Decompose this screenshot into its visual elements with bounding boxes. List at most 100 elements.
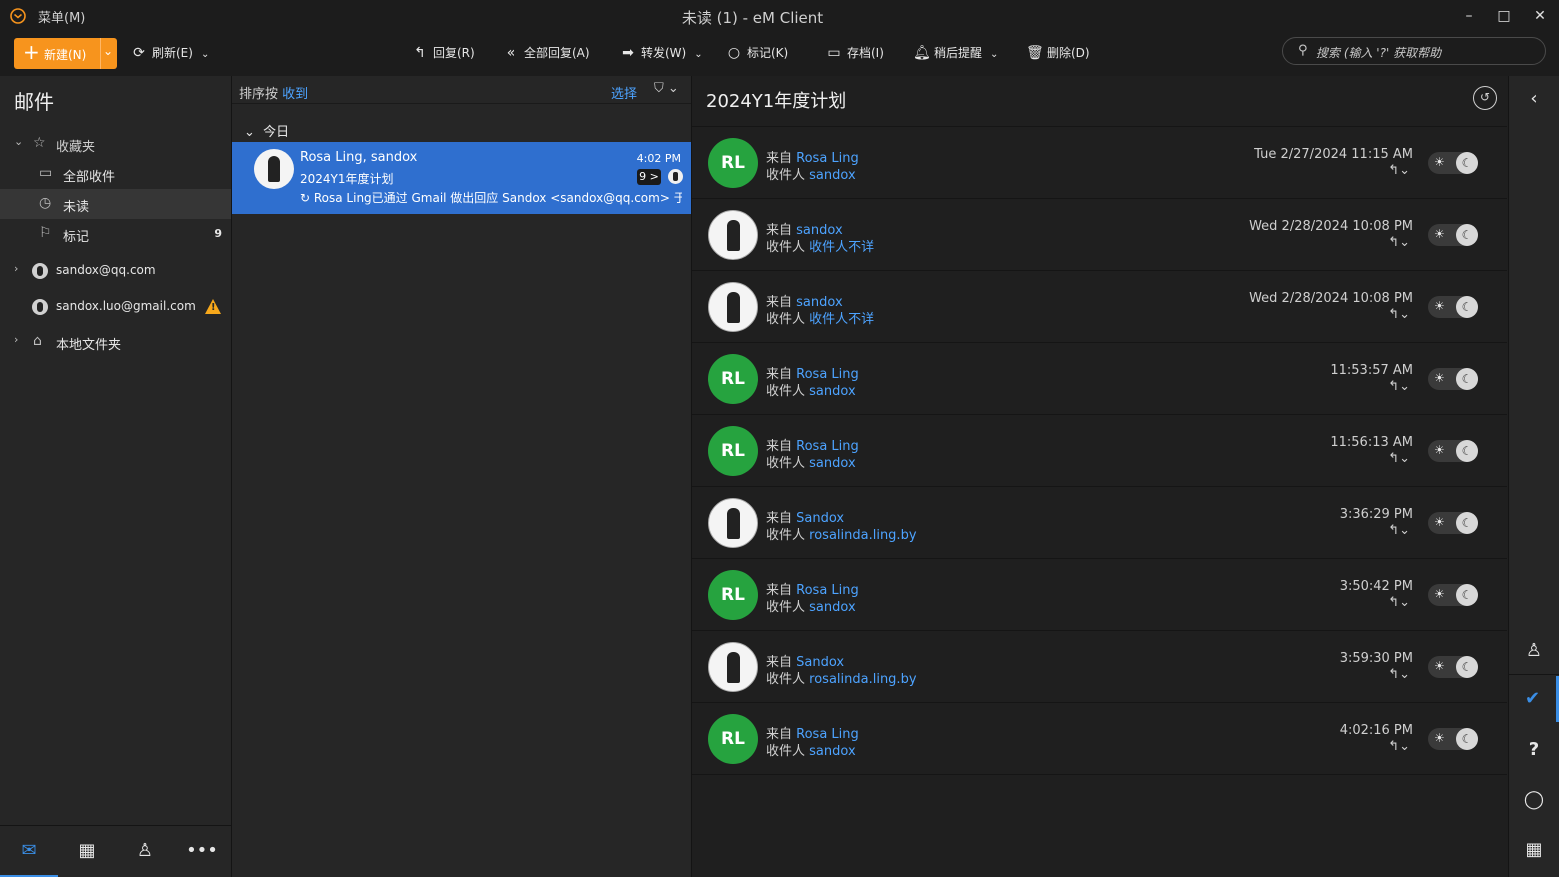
list-item[interactable]: Rosa Ling, sandox 4:02 PM 2024Y1年度计划 9 >… <box>232 142 691 214</box>
check-icon[interactable]: ✔ <box>1509 676 1559 722</box>
archive-button[interactable]: ▭ 存档(I) <box>826 44 884 61</box>
group-header-today[interactable]: ⌄ 今日 <box>244 121 289 140</box>
theme-toggle[interactable]: ☀ ☾ <box>1428 296 1478 318</box>
recipient-link[interactable]: sandox <box>809 384 855 399</box>
avatar[interactable]: RL <box>708 714 758 764</box>
recipient-link[interactable]: 收件人不详 <box>809 312 874 327</box>
theme-toggle[interactable]: ☀ ☾ <box>1428 584 1478 606</box>
conversation-message[interactable]: RL 来自 Rosa Ling 收件人 sandox 11:53:57 AM ↰⌄ ☀ ☾ <box>692 343 1507 415</box>
forward-button[interactable]: ➡ 转发(W) ⌄ <box>620 44 703 61</box>
sidebar-item-unread[interactable]: ◷ 未读 <box>0 189 231 219</box>
open-conversation-icon[interactable]: ↺ <box>1473 86 1497 110</box>
recipient-link[interactable]: rosalinda.ling.by <box>809 528 916 543</box>
sidebar-item-flagged[interactable]: ⚐ 标记 9 <box>0 219 231 249</box>
reply-icon[interactable]: ↰⌄ <box>1388 307 1410 322</box>
sidebar-account-gmail[interactable]: sandox.luo@gmail.com ! <box>0 292 231 322</box>
avatar[interactable] <box>708 498 758 548</box>
chevron-right-icon[interactable]: › <box>14 333 18 346</box>
conversation-message[interactable]: RL 来自 Rosa Ling 收件人 sandox 4:02:16 PM ↰⌄ ☀ ☾ <box>692 703 1507 775</box>
reply-icon[interactable]: ↰⌄ <box>1388 451 1410 466</box>
search-input[interactable]: ⚲ 搜索 (输入 '?' 获取帮助 <box>1282 37 1546 65</box>
help-icon[interactable]: ? <box>1509 727 1559 773</box>
sort-control[interactable]: 排序按 收到 <box>239 83 308 102</box>
chat-icon[interactable]: ◯ <box>1509 777 1559 823</box>
conversation-message[interactable]: 来自 sandox 收件人 收件人不详 Wed 2/28/2024 10:08 PM… <box>692 199 1507 271</box>
theme-toggle[interactable]: ☀ ☾ <box>1428 224 1478 246</box>
maximize-button[interactable]: □ <box>1492 5 1516 27</box>
recipient-link[interactable]: 收件人不详 <box>809 240 874 255</box>
theme-toggle[interactable]: ☀ ☾ <box>1428 728 1478 750</box>
chevron-down-icon[interactable]: ⌄ <box>201 49 209 60</box>
new-button[interactable]: + 新建(N) ⌄ <box>14 38 117 69</box>
conversation-message[interactable]: RL 来自 Rosa Ling 收件人 sandox 3:50:42 PM ↰⌄ ☀ ☾ <box>692 559 1507 631</box>
to-line: 收件人 sandox <box>766 380 856 399</box>
avatar[interactable]: RL <box>708 570 758 620</box>
theme-toggle[interactable]: ☀ ☾ <box>1428 512 1478 534</box>
minimize-button[interactable]: – <box>1457 5 1481 27</box>
theme-toggle[interactable]: ☀ ☾ <box>1428 152 1478 174</box>
recipient-link[interactable]: sandox <box>809 168 855 183</box>
conversation-message[interactable]: RL 来自 Rosa Ling 收件人 sandox 11:56:13 AM ↰⌄ ☀ ☾ <box>692 415 1507 487</box>
refresh-button[interactable]: ⟳ 刷新(E) ⌄ <box>131 44 209 61</box>
reply-icon[interactable]: ↰⌄ <box>1388 739 1410 754</box>
chevron-down-icon[interactable]: ⌄ <box>694 49 702 60</box>
reply-icon[interactable]: ↰⌄ <box>1388 523 1410 538</box>
chevron-down-icon[interactable]: ⌄ <box>103 44 113 58</box>
calendar-icon[interactable]: ▦ <box>58 826 116 877</box>
sidebar-local-folders[interactable]: › ⌂ 本地文件夹 <box>0 327 231 357</box>
chevron-down-icon[interactable]: ⌄ <box>990 49 998 60</box>
message-from: Rosa Ling, sandox <box>300 150 418 165</box>
reply-icon[interactable]: ↰⌄ <box>1388 379 1410 394</box>
avatar[interactable]: RL <box>708 138 758 188</box>
avatar[interactable]: RL <box>708 426 758 476</box>
sidebar-item-all-inbox[interactable]: ▭ 全部收件 <box>0 159 231 189</box>
forward-label: 转发(W) <box>641 46 687 60</box>
delete-button[interactable]: 🗑︎ 删除(D) <box>1026 44 1090 61</box>
conversation-message[interactable]: RL 来自 Rosa Ling 收件人 sandox Tue 2/27/2024 11… <box>692 127 1507 199</box>
filter-icon[interactable]: ⛉ ⌄ <box>654 81 679 96</box>
reply-icon[interactable]: ↰⌄ <box>1388 667 1410 682</box>
remind-later-button[interactable]: 🔔︎ 稍后提醒 ⌄ <box>913 44 998 61</box>
conversation-message[interactable]: 来自 sandox 收件人 收件人不详 Wed 2/28/2024 10:08 PM… <box>692 271 1507 343</box>
reply-button[interactable]: ↰ 回复(R) <box>412 44 475 61</box>
avatar[interactable] <box>708 642 758 692</box>
thread-count-badge[interactable]: 9 > <box>637 169 661 185</box>
avatar[interactable] <box>708 210 758 260</box>
recipient-link[interactable]: sandox <box>809 456 855 471</box>
to-prefix: 收件人 <box>766 168 806 183</box>
flag-button[interactable]: ○ 标记(K) <box>726 44 788 61</box>
theme-toggle[interactable]: ☀ ☾ <box>1428 440 1478 462</box>
chevron-right-icon[interactable]: › <box>14 262 18 275</box>
conversation-message[interactable]: 来自 Sandox 收件人 rosalinda.ling.by 3:36:29 PM… <box>692 487 1507 559</box>
recipient-link[interactable]: sandox <box>809 600 855 615</box>
reply-icon[interactable]: ↰⌄ <box>1388 235 1410 250</box>
chevron-down-icon[interactable]: ⌄ <box>14 135 23 148</box>
sidebar-account-qq[interactable]: › sandox@qq.com <box>0 256 231 286</box>
avatar[interactable] <box>708 282 758 332</box>
reply-all-button[interactable]: « 全部回复(A) <box>503 44 590 61</box>
conversation-message[interactable]: 来自 Sandox 收件人 rosalinda.ling.by 3:59:30 PM… <box>692 631 1507 703</box>
contacts-icon[interactable]: ♙ <box>116 826 174 877</box>
theme-toggle[interactable]: ☀ ☾ <box>1428 656 1478 678</box>
moon-icon: ☾ <box>1456 224 1478 246</box>
message-time: 4:02 PM <box>636 152 681 165</box>
recipient-link[interactable]: sandox <box>809 744 855 759</box>
calendar-icon[interactable]: ▦ <box>1509 827 1559 873</box>
mail-icon[interactable]: ✉ <box>0 826 58 877</box>
reply-icon[interactable]: ↰⌄ <box>1388 163 1410 178</box>
more-icon[interactable]: ••• <box>173 826 231 877</box>
collapse-panel-icon[interactable]: ‹ <box>1509 76 1559 122</box>
sort-value[interactable]: 收到 <box>282 87 308 102</box>
sidebar-item-favorites[interactable]: ⌄ ☆ 收藏夹 <box>0 129 231 159</box>
theme-toggle[interactable]: ☀ ☾ <box>1428 368 1478 390</box>
to-line: 收件人 rosalinda.ling.by <box>766 668 917 687</box>
avatar[interactable]: RL <box>708 354 758 404</box>
conversation-title: 2024Y1年度计划 <box>706 91 847 112</box>
select-button[interactable]: 选择 <box>611 83 637 102</box>
reply-icon[interactable]: ↰⌄ <box>1388 595 1410 610</box>
module-switcher: ✉ ▦ ♙ ••• <box>0 825 231 877</box>
warning-icon[interactable]: ! <box>205 299 221 314</box>
close-button[interactable]: ✕ <box>1528 5 1552 27</box>
recipient-link[interactable]: rosalinda.ling.by <box>809 672 916 687</box>
person-icon[interactable]: ♙ <box>1509 628 1559 674</box>
